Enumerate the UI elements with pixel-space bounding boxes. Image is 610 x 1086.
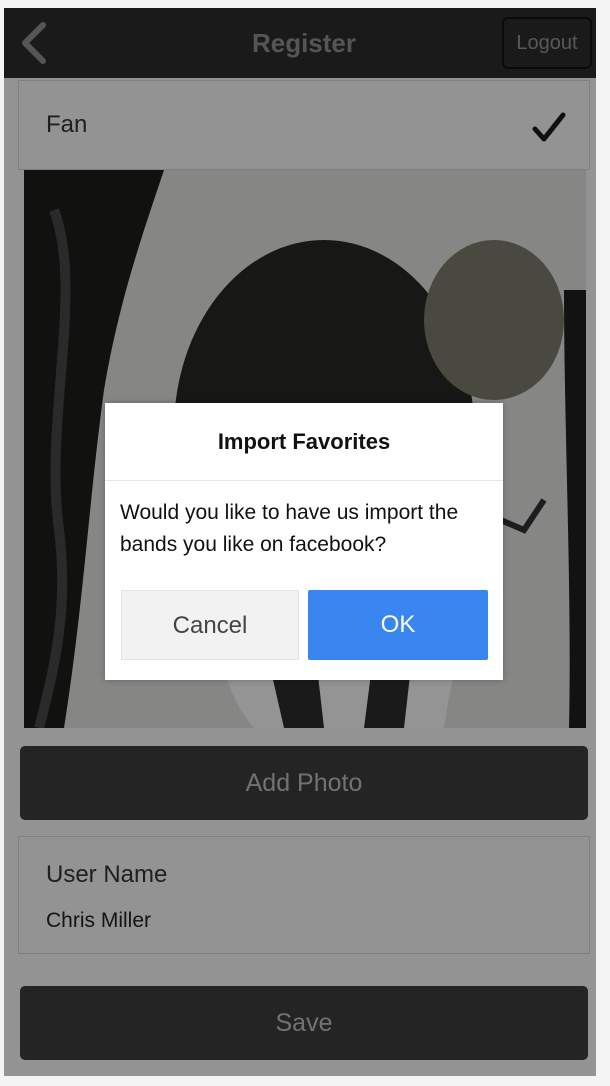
dialog-message: Would you like to have us import the ban… <box>120 501 459 556</box>
register-screen: Register Logout Fan Add Photo User Name … <box>4 8 596 1076</box>
ok-button[interactable]: OK <box>308 590 488 660</box>
cancel-button[interactable]: Cancel <box>121 590 299 660</box>
import-favorites-dialog: Import Favorites Would you like to have … <box>105 403 503 680</box>
dialog-title: Import Favorites <box>105 403 503 481</box>
